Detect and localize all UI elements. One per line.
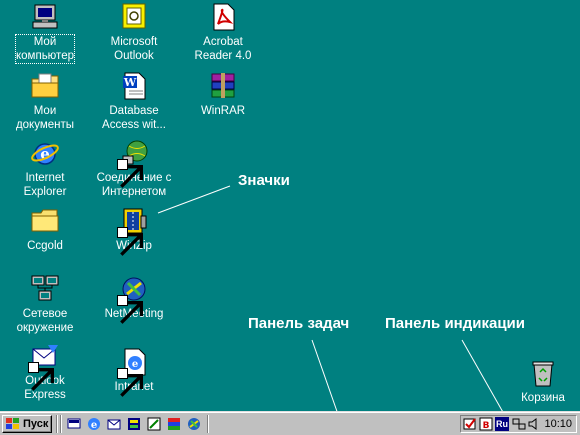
- network-neighborhood-icon: [30, 274, 60, 304]
- system-tray: B Ru 10:10: [460, 415, 577, 433]
- connect-icon[interactable]: [186, 416, 202, 432]
- annotation-icons: Значки: [238, 172, 290, 189]
- desktop-icon-microsoft-outlook[interactable]: Microsoft Outlook: [97, 2, 171, 64]
- my-documents-icon: [30, 71, 60, 101]
- media-icon[interactable]: [166, 416, 182, 432]
- internet-explorer-icon[interactable]: e: [86, 416, 102, 432]
- shortcut-arrow-icon: [117, 227, 143, 256]
- desktop-icon-database-access[interactable]: W Database Access wit...: [97, 71, 171, 133]
- icon-label: Explorer: [23, 186, 67, 198]
- svg-text:e: e: [91, 420, 97, 431]
- start-label: Пуск: [23, 418, 49, 430]
- icon-label: Мой: [33, 36, 57, 48]
- desktop-icon-netmeeting[interactable]: NetMeeting: [97, 274, 171, 336]
- show-desktop-icon[interactable]: [66, 416, 82, 432]
- desktop-icon-acrobat-reader[interactable]: Acrobat Reader 4.0: [186, 2, 260, 64]
- speaker-icon[interactable]: [527, 417, 541, 431]
- desktop: Мой компьютер Мои документы e Internet Expl…: [0, 0, 580, 411]
- annotation-tray: Панель индикации: [385, 315, 525, 332]
- desktop-icon-internet-explorer[interactable]: e Internet Explorer: [8, 138, 82, 200]
- outlook-express-icon[interactable]: [106, 416, 122, 432]
- microsoft-outlook-icon: [119, 2, 149, 32]
- desktop-icon-intranet[interactable]: e Intranet: [97, 347, 171, 409]
- icon-label: Outlook: [114, 50, 154, 62]
- winzip-icon: [117, 206, 149, 256]
- outlook-express-icon: [28, 341, 60, 391]
- icon-label: компьютер: [16, 50, 74, 62]
- internet-explorer-icon: e: [30, 138, 60, 168]
- folder-icon: [30, 206, 60, 236]
- desktop-icon-winzip[interactable]: WinZip: [97, 206, 171, 268]
- desktop-icon-internet-connection[interactable]: Соединение с Интернетом: [97, 138, 171, 200]
- taskbar-divider: [207, 415, 209, 433]
- svg-text:W: W: [123, 76, 137, 89]
- desktop-icon-network-neighborhood[interactable]: Сетевое окружение: [8, 274, 82, 336]
- network-icon[interactable]: [512, 417, 526, 431]
- shortcut-arrow-icon: [28, 362, 54, 391]
- clock[interactable]: 10:10: [544, 418, 572, 430]
- acrobat-reader-icon: [208, 2, 238, 32]
- recycle-bin-icon: [528, 358, 558, 388]
- edit-icon[interactable]: [146, 416, 162, 432]
- icon-label: Корзина: [521, 392, 565, 404]
- netmeeting-icon: [117, 274, 149, 324]
- intranet-icon: e: [117, 347, 149, 397]
- channels-icon[interactable]: [126, 416, 142, 432]
- annotation-taskbar: Панель задач: [248, 315, 350, 332]
- desktop-icon-winrar[interactable]: WinRAR: [186, 71, 260, 133]
- icon-label: Database: [109, 105, 159, 117]
- word-document-icon: W: [119, 71, 149, 101]
- icon-label: Сетевое: [22, 308, 68, 320]
- icon-label: Microsoft: [110, 36, 158, 48]
- icon-label: Acrobat: [203, 36, 243, 48]
- icon-label: Access wit...: [102, 119, 166, 131]
- icon-label: Reader 4.0: [194, 50, 252, 62]
- task-scheduler-icon[interactable]: [463, 417, 477, 431]
- taskbar: Пуск e B Ru 10:10: [0, 411, 580, 435]
- svg-text:B: B: [483, 421, 490, 431]
- icon-label: окружение: [16, 322, 74, 334]
- my-computer-icon: [30, 2, 60, 32]
- icon-label: Internet: [25, 172, 65, 184]
- windows-logo-icon: [6, 418, 19, 429]
- shortcut-arrow-icon: [117, 368, 143, 397]
- icon-label: документы: [15, 119, 75, 131]
- internet-connection-icon: [117, 138, 149, 188]
- shortcut-arrow-icon: [117, 159, 143, 188]
- desktop-icon-my-computer[interactable]: Мой компьютер: [8, 2, 82, 64]
- icon-label: WinRAR: [200, 105, 246, 117]
- start-button[interactable]: Пуск: [2, 415, 52, 433]
- taskbar-divider: [60, 415, 62, 433]
- desktop-icon-outlook-express[interactable]: Outlook Express: [8, 341, 82, 403]
- desktop-icon-my-documents[interactable]: Мои документы: [8, 71, 82, 133]
- shortcut-arrow-icon: [117, 295, 143, 324]
- antivirus-icon[interactable]: B: [479, 417, 493, 431]
- winrar-icon: [208, 71, 238, 101]
- language-indicator[interactable]: Ru: [495, 417, 509, 431]
- icon-label: Ccgold: [27, 240, 63, 252]
- icon-label: Мои: [33, 105, 57, 117]
- desktop-icon-ccgold[interactable]: Ccgold: [8, 206, 82, 268]
- taskbar-divider: [56, 415, 58, 433]
